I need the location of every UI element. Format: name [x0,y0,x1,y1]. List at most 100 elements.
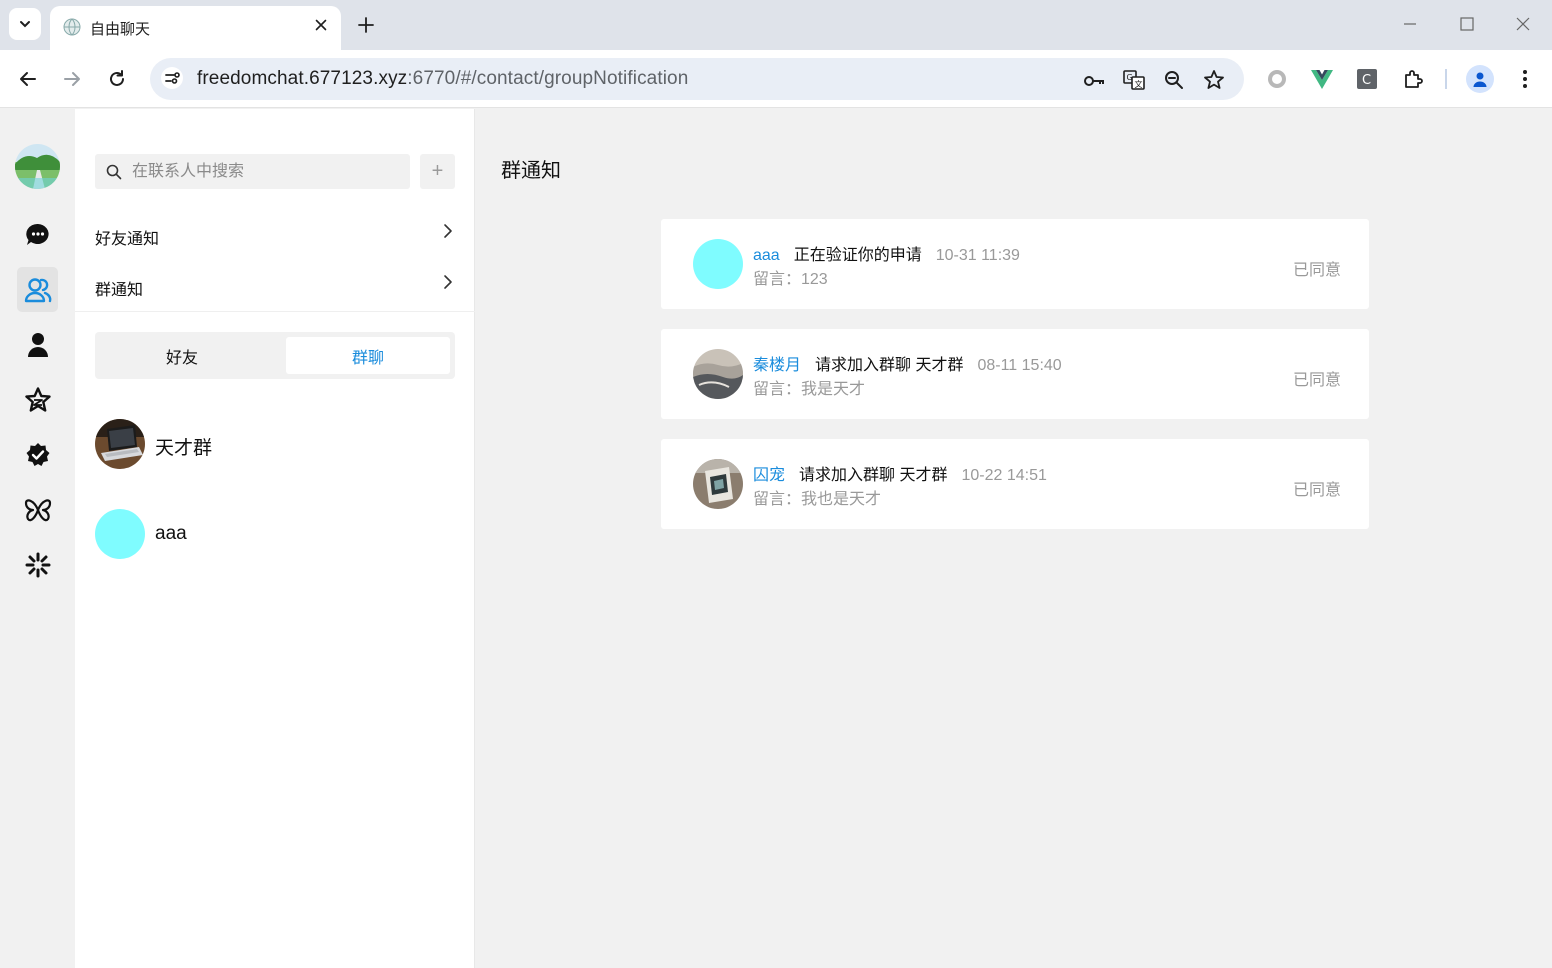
panel-divider [75,311,475,312]
arrow-right-icon [64,72,80,86]
device-photo-image [693,459,743,509]
group-notification-row[interactable]: 群通知 [75,260,475,311]
group-notification-label: 群通知 [95,282,144,299]
contact-search-input[interactable] [132,154,402,189]
record-extension-icon [1268,70,1286,88]
group-avatar [95,419,145,469]
arrow-left-icon [20,72,36,86]
notification-summary: aaa 正在验证你的申请 10-31 11:39 [753,241,1020,265]
avatar[interactable] [693,459,743,509]
minimize-icon[interactable] [1400,14,1420,34]
puzzle-icon [1405,70,1423,88]
maximize-icon[interactable] [1457,14,1477,34]
vue-icon [1311,70,1333,89]
new-tab-button[interactable] [354,13,378,37]
tab-groups[interactable]: 群聊 [286,337,450,374]
avatar[interactable] [693,349,743,399]
nav-spark[interactable] [17,542,58,587]
add-contact-button[interactable]: + [420,154,455,189]
notification-time: 10-31 11:39 [935,247,1020,264]
extension-vue-button[interactable] [1309,66,1335,92]
user-avatar[interactable] [15,144,60,189]
chevron-right-icon [444,275,452,289]
svg-text:文: 文 [1135,79,1143,89]
nav-favorites[interactable] [17,377,58,422]
notification-summary: 囚宠 请求加入群聊 天才群 10-22 14:51 [753,461,1047,485]
user-icon [27,332,48,357]
avatar-landscape-image [15,144,60,189]
status-badge: 已同意 [1292,262,1341,279]
friend-notification-label: 好友通知 [95,231,160,248]
site-settings-icon[interactable] [161,67,183,89]
app-sidebar [0,109,75,968]
contact-name: aaa [155,523,187,544]
close-icon[interactable] [313,17,329,33]
friend-notification-row[interactable]: 好友通知 [75,209,475,260]
notification-action: 请求加入群聊 天才群 [799,467,948,484]
extensions-menu-button[interactable] [1400,66,1426,92]
browser-tab[interactable]: 自由聊天 [50,6,341,50]
chevron-right-icon [444,224,452,238]
contacts-icon [24,277,51,302]
chat-icon [25,223,49,245]
requester-name[interactable]: 囚宠 [753,467,785,484]
browser-tab-strip: 自由聊天 [0,0,1552,50]
avatar[interactable] [693,239,743,289]
contact-search-box[interactable] [95,154,410,189]
laptop-photo-image [95,419,145,469]
toolbar-separator [1445,69,1447,89]
forward-button[interactable] [60,67,84,91]
window-close-icon[interactable] [1513,14,1533,34]
extension-c-button[interactable]: C [1354,66,1380,92]
key-icon [1084,76,1104,86]
notification-message: 留言：我是天才 [753,381,866,398]
tab-friends[interactable]: 好友 [100,337,264,374]
nav-verified[interactable] [17,432,58,477]
search-icon [106,164,122,180]
profile-button[interactable] [1466,65,1494,93]
requester-name[interactable]: aaa [753,247,780,264]
status-badge: 已同意 [1292,482,1341,499]
verified-icon [26,442,49,466]
notification-action: 正在验证你的申请 [793,247,922,264]
url-path: :6770/#/contact/groupNotification [407,68,689,89]
svg-text:C: C [1362,73,1371,88]
back-button[interactable] [16,67,40,91]
reload-button[interactable] [105,67,129,91]
browser-menu-button[interactable] [1513,67,1537,91]
requester-name[interactable]: 秦楼月 [753,357,801,374]
notification-action: 请求加入群聊 天才群 [815,357,964,374]
tab-search-button[interactable] [9,8,41,40]
butterfly-icon [24,498,51,521]
contact-name: 天才群 [155,438,213,459]
notification-card: 秦楼月 请求加入群聊 天才群 08-11 15:40 留言：我是天才 已同意 [661,329,1369,419]
notification-message: 留言：123 [753,271,828,288]
notification-card: aaa 正在验证你的申请 10-31 11:39 留言：123 已同意 [661,219,1369,309]
address-bar[interactable]: freedomchat.677123.xyz:6770/#/contact/gr… [150,58,1244,100]
nav-profile[interactable] [17,322,58,367]
translate-icon: G文 [1123,70,1145,90]
browser-toolbar: freedomchat.677123.xyz:6770/#/contact/gr… [0,50,1552,108]
spark-icon [25,552,50,577]
nav-chat[interactable] [17,212,58,257]
landscape-photo-image [693,349,743,399]
translate-button[interactable]: G文 [1122,68,1146,92]
zoom-button[interactable] [1162,68,1186,92]
url-host: freedomchat.677123.xyz [197,68,408,89]
star-icon [24,386,51,412]
nav-butterfly[interactable] [17,487,58,532]
nav-contacts[interactable] [17,267,58,312]
kebab-menu-icon [1523,70,1527,88]
contact-list-item[interactable]: aaa [95,509,455,559]
password-key-button[interactable] [1082,68,1106,92]
bookmark-button[interactable] [1202,68,1226,92]
page-title: 群通知 [501,160,561,182]
zoom-out-icon [1165,71,1183,89]
c-extension-icon: C [1357,69,1377,89]
notification-summary: 秦楼月 请求加入群聊 天才群 08-11 15:40 [753,351,1062,375]
reload-icon [110,70,124,86]
plus-icon [358,17,374,33]
extension-record-button[interactable] [1264,66,1290,92]
svg-text:G: G [1127,73,1133,82]
contact-list-item[interactable]: 天才群 [95,419,455,469]
